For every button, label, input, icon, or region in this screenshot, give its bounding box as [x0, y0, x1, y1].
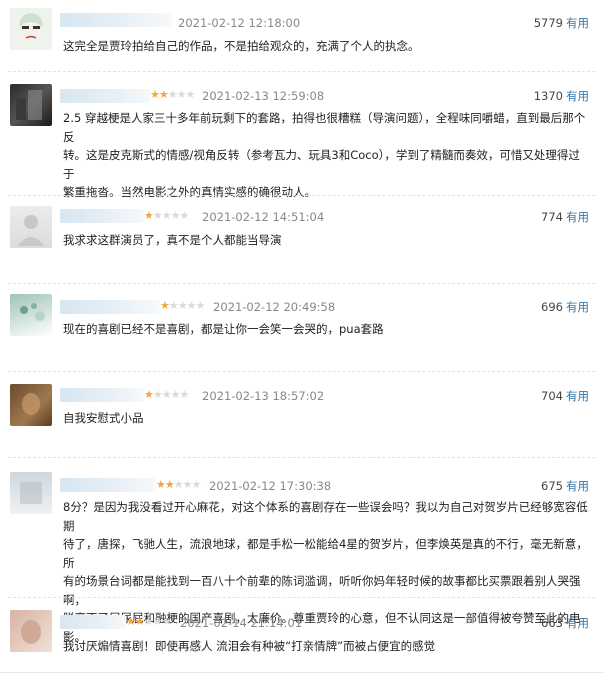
rating-stars: ★★★★★ [144, 388, 189, 401]
username[interactable] [60, 13, 172, 27]
vote-count: 663 [541, 616, 563, 630]
username[interactable] [60, 478, 156, 492]
rating-stars: ★★★★★ [160, 299, 205, 312]
comment-item: ★★★★★ 2021-02-14 21:14:01 663 有用 我讨厌煽情喜剧… [0, 598, 603, 670]
useful-button[interactable]: 有用 [566, 389, 589, 403]
comment-text: 我求求这群演员了，真不是个人都能当导演 [63, 231, 591, 250]
comment-text: 这完全是贾玲拍给自己的作品，不是拍给观众的，充满了个人的执念。 [63, 37, 591, 56]
comment-item: ★★★★★ 2021-02-12 17:30:38 675 有用 8分？是因为我… [0, 458, 603, 644]
useful-button[interactable]: 有用 [566, 89, 589, 103]
comment-text-line: 自我安慰式小品 [63, 411, 144, 425]
vote-count: 696 [541, 300, 563, 314]
comment-time: 2021-02-12 14:51:04 [202, 210, 325, 224]
avatar-image-icon [18, 215, 44, 246]
comment-time: 2021-02-12 17:30:38 [209, 479, 332, 493]
comment-text: 2.5 穿越梗是人家三十多年前玩剩下的套路，拍得也很糟糕（导演问题），全程味同嚼… [63, 109, 591, 202]
avatar[interactable] [10, 610, 52, 652]
vote-count: 675 [541, 479, 563, 493]
useful-button[interactable]: 有用 [566, 210, 589, 224]
comment-time: 2021-02-13 18:57:02 [202, 389, 325, 403]
avatar-image-icon [20, 303, 45, 321]
comment-text-line: 8分？是因为我没看过开心麻花，对这个体系的喜剧存在一些误会吗？我以为自己对贺岁片… [63, 500, 588, 533]
useful-button[interactable]: 有用 [566, 16, 589, 30]
avatar-image-icon [16, 90, 42, 120]
comment-item: ★★★★★ 2021-02-12 14:51:04 774 有用 我求求这群演员… [0, 196, 603, 284]
comment-text-line: 待了，唐探，飞驰人生，流浪地球，都是手松一松能给4星的贺岁片，但李焕英是真的不行… [63, 537, 588, 570]
divider [0, 672, 603, 673]
comment-time: 2021-02-14 21:14:01 [180, 616, 303, 630]
vote-count: 704 [541, 389, 563, 403]
avatar-image-icon [20, 482, 42, 504]
comment-text-line: 我讨厌煽情喜剧！即使再感人 流泪会有种被“打亲情牌”而被占便宜的感觉 [63, 639, 436, 653]
username[interactable] [60, 209, 144, 223]
vote-count: 774 [541, 210, 563, 224]
avatar-image-icon [19, 22, 43, 42]
rating-stars: ★★★★★ [144, 209, 189, 222]
comment-text-line: 2.5 穿越梗是人家三十多年前玩剩下的套路，拍得也很糟糕（导演问题），全程味同嚼… [63, 111, 586, 144]
rating-stars: ★★★★★ [126, 615, 171, 628]
avatar-image-icon [22, 393, 40, 415]
comment-time: 2021-02-12 20:49:58 [213, 300, 336, 314]
comment-time: 2021-02-13 12:59:08 [202, 89, 325, 103]
username[interactable] [60, 388, 144, 402]
username[interactable] [60, 300, 160, 314]
avatar[interactable] [10, 84, 52, 126]
useful-button[interactable]: 有用 [566, 300, 589, 314]
avatar[interactable] [10, 8, 52, 50]
comment-item: 2021-02-12 12:18:00 5779 有用 这完全是贾玲拍给自己的作… [0, 0, 603, 72]
comment-text-line: 我求求这群演员了，真不是个人都能当导演 [63, 233, 282, 247]
useful-button[interactable]: 有用 [566, 616, 589, 630]
comment-item: ★★★★★ 2021-02-12 20:49:58 696 有用 现在的喜剧已经… [0, 284, 603, 372]
vote-count: 1370 [533, 89, 563, 103]
comment-text: 我讨厌煽情喜剧！即使再感人 流泪会有种被“打亲情牌”而被占便宜的感觉 [63, 637, 591, 656]
comment-text: 自我安慰式小品 [63, 409, 591, 428]
comment-list: 2021-02-12 12:18:00 5779 有用 这完全是贾玲拍给自己的作… [0, 0, 603, 675]
vote-count: 5779 [533, 16, 563, 30]
comment-text-line: 转。这是皮克斯式的情感/视角反转（参考瓦力、玩具3和Coco），学到了精髓而奏效… [63, 148, 580, 181]
avatar-image-icon [21, 620, 41, 644]
username[interactable] [60, 89, 150, 103]
avatar[interactable] [10, 384, 52, 426]
avatar[interactable] [10, 472, 52, 514]
useful-button[interactable]: 有用 [566, 479, 589, 493]
avatar[interactable] [10, 206, 52, 248]
comment-item: ★★★★★ 2021-02-13 18:57:02 704 有用 自我安慰式小品 [0, 372, 603, 458]
rating-stars: ★★★★★ [150, 88, 195, 101]
rating-stars: ★★★★★ [156, 478, 201, 491]
comment-time: 2021-02-12 12:18:00 [178, 16, 301, 30]
comment-text-line: 这完全是贾玲拍给自己的作品，不是拍给观众的，充满了个人的执念。 [63, 39, 420, 53]
comment-text: 现在的喜剧已经不是喜剧，都是让你一会笑一会哭的，pua套路 [63, 320, 591, 339]
comment-item: ★★★★★ 2021-02-13 12:59:08 1370 有用 2.5 穿越… [0, 72, 603, 199]
avatar[interactable] [10, 294, 52, 336]
username[interactable] [60, 615, 126, 629]
comment-text-line: 现在的喜剧已经不是喜剧，都是让你一会笑一会哭的，pua套路 [63, 322, 384, 336]
